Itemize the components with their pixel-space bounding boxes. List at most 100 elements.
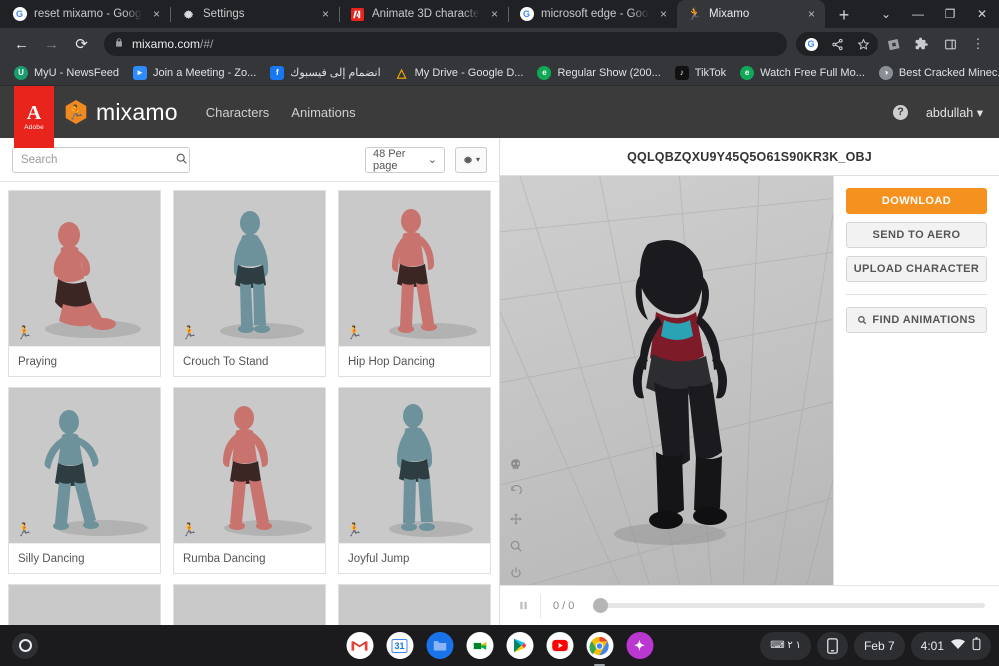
- ime-indicator[interactable]: ⌨ ١ ٢: [760, 632, 811, 660]
- star-icon[interactable]: [850, 31, 876, 57]
- share-icon[interactable]: [824, 31, 850, 57]
- download-button[interactable]: DOWNLOAD: [846, 188, 987, 214]
- files-icon[interactable]: [426, 632, 453, 659]
- tab-close-button[interactable]: ×: [149, 7, 164, 22]
- youtube-icon[interactable]: [546, 632, 573, 659]
- bookmark-item[interactable]: f انضمام إلى فيسبوك: [264, 64, 386, 82]
- nav-animations[interactable]: Animations: [291, 105, 355, 120]
- browser-tab-1[interactable]: Settings ×: [171, 0, 339, 28]
- taskbar-apps: 31 ✦: [346, 632, 653, 659]
- phone-hub-icon[interactable]: [817, 632, 848, 660]
- adobe-logo[interactable]: A Adobe: [14, 86, 54, 148]
- nav-characters[interactable]: Characters: [206, 105, 270, 120]
- animation-thumbnail[interactable]: [339, 585, 490, 625]
- roblox-icon[interactable]: [881, 31, 907, 57]
- animation-card[interactable]: 🏃 Hip Hop Dancing: [338, 190, 491, 377]
- date-indicator[interactable]: Feb 7: [854, 632, 905, 660]
- animation-thumbnail[interactable]: 🏃: [339, 388, 490, 543]
- animation-thumbnail[interactable]: 🏃: [9, 388, 160, 543]
- viewport-tools: [508, 458, 523, 585]
- animation-card[interactable]: [8, 584, 161, 625]
- runner-icon: 🏃: [16, 522, 32, 538]
- move-icon[interactable]: [509, 512, 523, 529]
- search-input[interactable]: [21, 154, 175, 166]
- bookmark-label: My Drive - Google D...: [415, 67, 524, 79]
- bookmark-item[interactable]: ♪ TikTok: [669, 64, 732, 82]
- timeline-handle[interactable]: [593, 598, 608, 613]
- playbar-divider: [540, 594, 541, 618]
- reset-rotation-icon[interactable]: [509, 485, 523, 502]
- bookmark-item[interactable]: ◑ Best Cracked Minec...: [873, 64, 999, 82]
- animation-thumbnail[interactable]: 🏃: [339, 191, 490, 346]
- chrome-menu-icon[interactable]: ⋮: [965, 31, 991, 57]
- runner-icon: 🏃: [346, 325, 362, 341]
- back-icon[interactable]: ←: [8, 31, 35, 58]
- maximize-button[interactable]: ❐: [935, 0, 965, 28]
- animation-card[interactable]: 🏃 Crouch To Stand: [173, 190, 326, 377]
- animation-thumbnail[interactable]: 🏃: [9, 191, 160, 346]
- gmail-icon[interactable]: [346, 632, 373, 659]
- browser-tab-0[interactable]: G reset mixamo - Google S ×: [2, 0, 170, 28]
- animation-card[interactable]: 🏃 Praying: [8, 190, 161, 377]
- animation-card[interactable]: [173, 584, 326, 625]
- timeline-slider[interactable]: [593, 603, 985, 608]
- zoom-icon[interactable]: [509, 539, 523, 556]
- calendar-icon[interactable]: 31: [386, 632, 413, 659]
- minimize-button[interactable]: —: [903, 0, 933, 28]
- mixamo-logo[interactable]: 🏃 mixamo: [64, 99, 178, 126]
- animation-card[interactable]: 🏃 Rumba Dancing: [173, 387, 326, 574]
- close-window-button[interactable]: ✕: [967, 0, 997, 28]
- browser-tab-4-active[interactable]: 🏃 Mixamo ×: [677, 0, 825, 28]
- search-field[interactable]: [12, 147, 190, 173]
- 3d-viewport[interactable]: [500, 176, 833, 585]
- launcher-icon[interactable]: [12, 633, 38, 659]
- tab-search-icon[interactable]: ⌄: [871, 0, 901, 28]
- display-settings-button[interactable]: ▾: [455, 147, 487, 173]
- tab-close-button[interactable]: ×: [318, 7, 333, 22]
- forward-icon[interactable]: →: [38, 31, 65, 58]
- user-menu[interactable]: abdullah ▾: [926, 105, 983, 120]
- chrome-icon[interactable]: [586, 632, 613, 659]
- skull-icon[interactable]: [509, 458, 523, 475]
- animation-thumbnail[interactable]: [174, 585, 325, 625]
- gallery-icon[interactable]: ✦: [626, 632, 653, 659]
- help-icon[interactable]: ?: [893, 105, 908, 120]
- search-icon[interactable]: [175, 152, 188, 168]
- status-area[interactable]: 4:01: [911, 632, 991, 660]
- browser-toolbar: ← → ⟳ mixamo.com/#/ G: [0, 28, 999, 60]
- bookmark-item[interactable]: e Regular Show (200...: [531, 64, 666, 82]
- tab-close-button[interactable]: ×: [656, 7, 671, 22]
- animation-card[interactable]: 🏃 Joyful Jump: [338, 387, 491, 574]
- extensions-icon[interactable]: [909, 31, 935, 57]
- tab-close-button[interactable]: ×: [487, 7, 502, 22]
- meet-icon[interactable]: [466, 632, 493, 659]
- address-bar[interactable]: mixamo.com/#/: [104, 32, 787, 56]
- browser-tab-3[interactable]: G microsoft edge - Google ×: [509, 0, 677, 28]
- tab-close-button[interactable]: ×: [804, 7, 819, 22]
- bookmark-favicon: ►: [133, 66, 147, 80]
- find-animations-button[interactable]: FIND ANIMATIONS: [846, 307, 987, 333]
- animation-thumbnail[interactable]: 🏃: [174, 388, 325, 543]
- reload-icon[interactable]: ⟳: [68, 31, 95, 58]
- power-icon[interactable]: [509, 566, 523, 583]
- per-page-select[interactable]: 48 Per page ⌄: [365, 147, 445, 173]
- side-panel-icon[interactable]: [937, 31, 963, 57]
- pause-icon[interactable]: [510, 599, 536, 612]
- bookmark-item[interactable]: ► Join a Meeting - Zo...: [127, 64, 262, 82]
- bookmark-item[interactable]: e Watch Free Full Mo...: [734, 64, 871, 82]
- animation-thumbnail[interactable]: 🏃: [174, 191, 325, 346]
- google-account-icon[interactable]: G: [798, 31, 824, 57]
- play-store-icon[interactable]: [506, 632, 533, 659]
- new-tab-button[interactable]: +: [831, 2, 857, 28]
- animation-card[interactable]: 🏃 Silly Dancing: [8, 387, 161, 574]
- browser-tab-2[interactable]: Animate 3D characters w ×: [340, 0, 508, 28]
- send-to-aero-button[interactable]: SEND TO AERO: [846, 222, 987, 248]
- animation-card[interactable]: [338, 584, 491, 625]
- animation-grid-wrapper[interactable]: 🏃 Praying: [0, 182, 499, 625]
- runner-icon: 🏃: [16, 325, 32, 341]
- bookmark-item[interactable]: U MyU - NewsFeed: [8, 64, 125, 82]
- upload-character-button[interactable]: UPLOAD CHARACTER: [846, 256, 987, 282]
- animation-thumbnail[interactable]: [9, 585, 160, 625]
- bookmark-item[interactable]: △ My Drive - Google D...: [389, 64, 530, 82]
- mixamo-icon: 🏃: [687, 7, 702, 22]
